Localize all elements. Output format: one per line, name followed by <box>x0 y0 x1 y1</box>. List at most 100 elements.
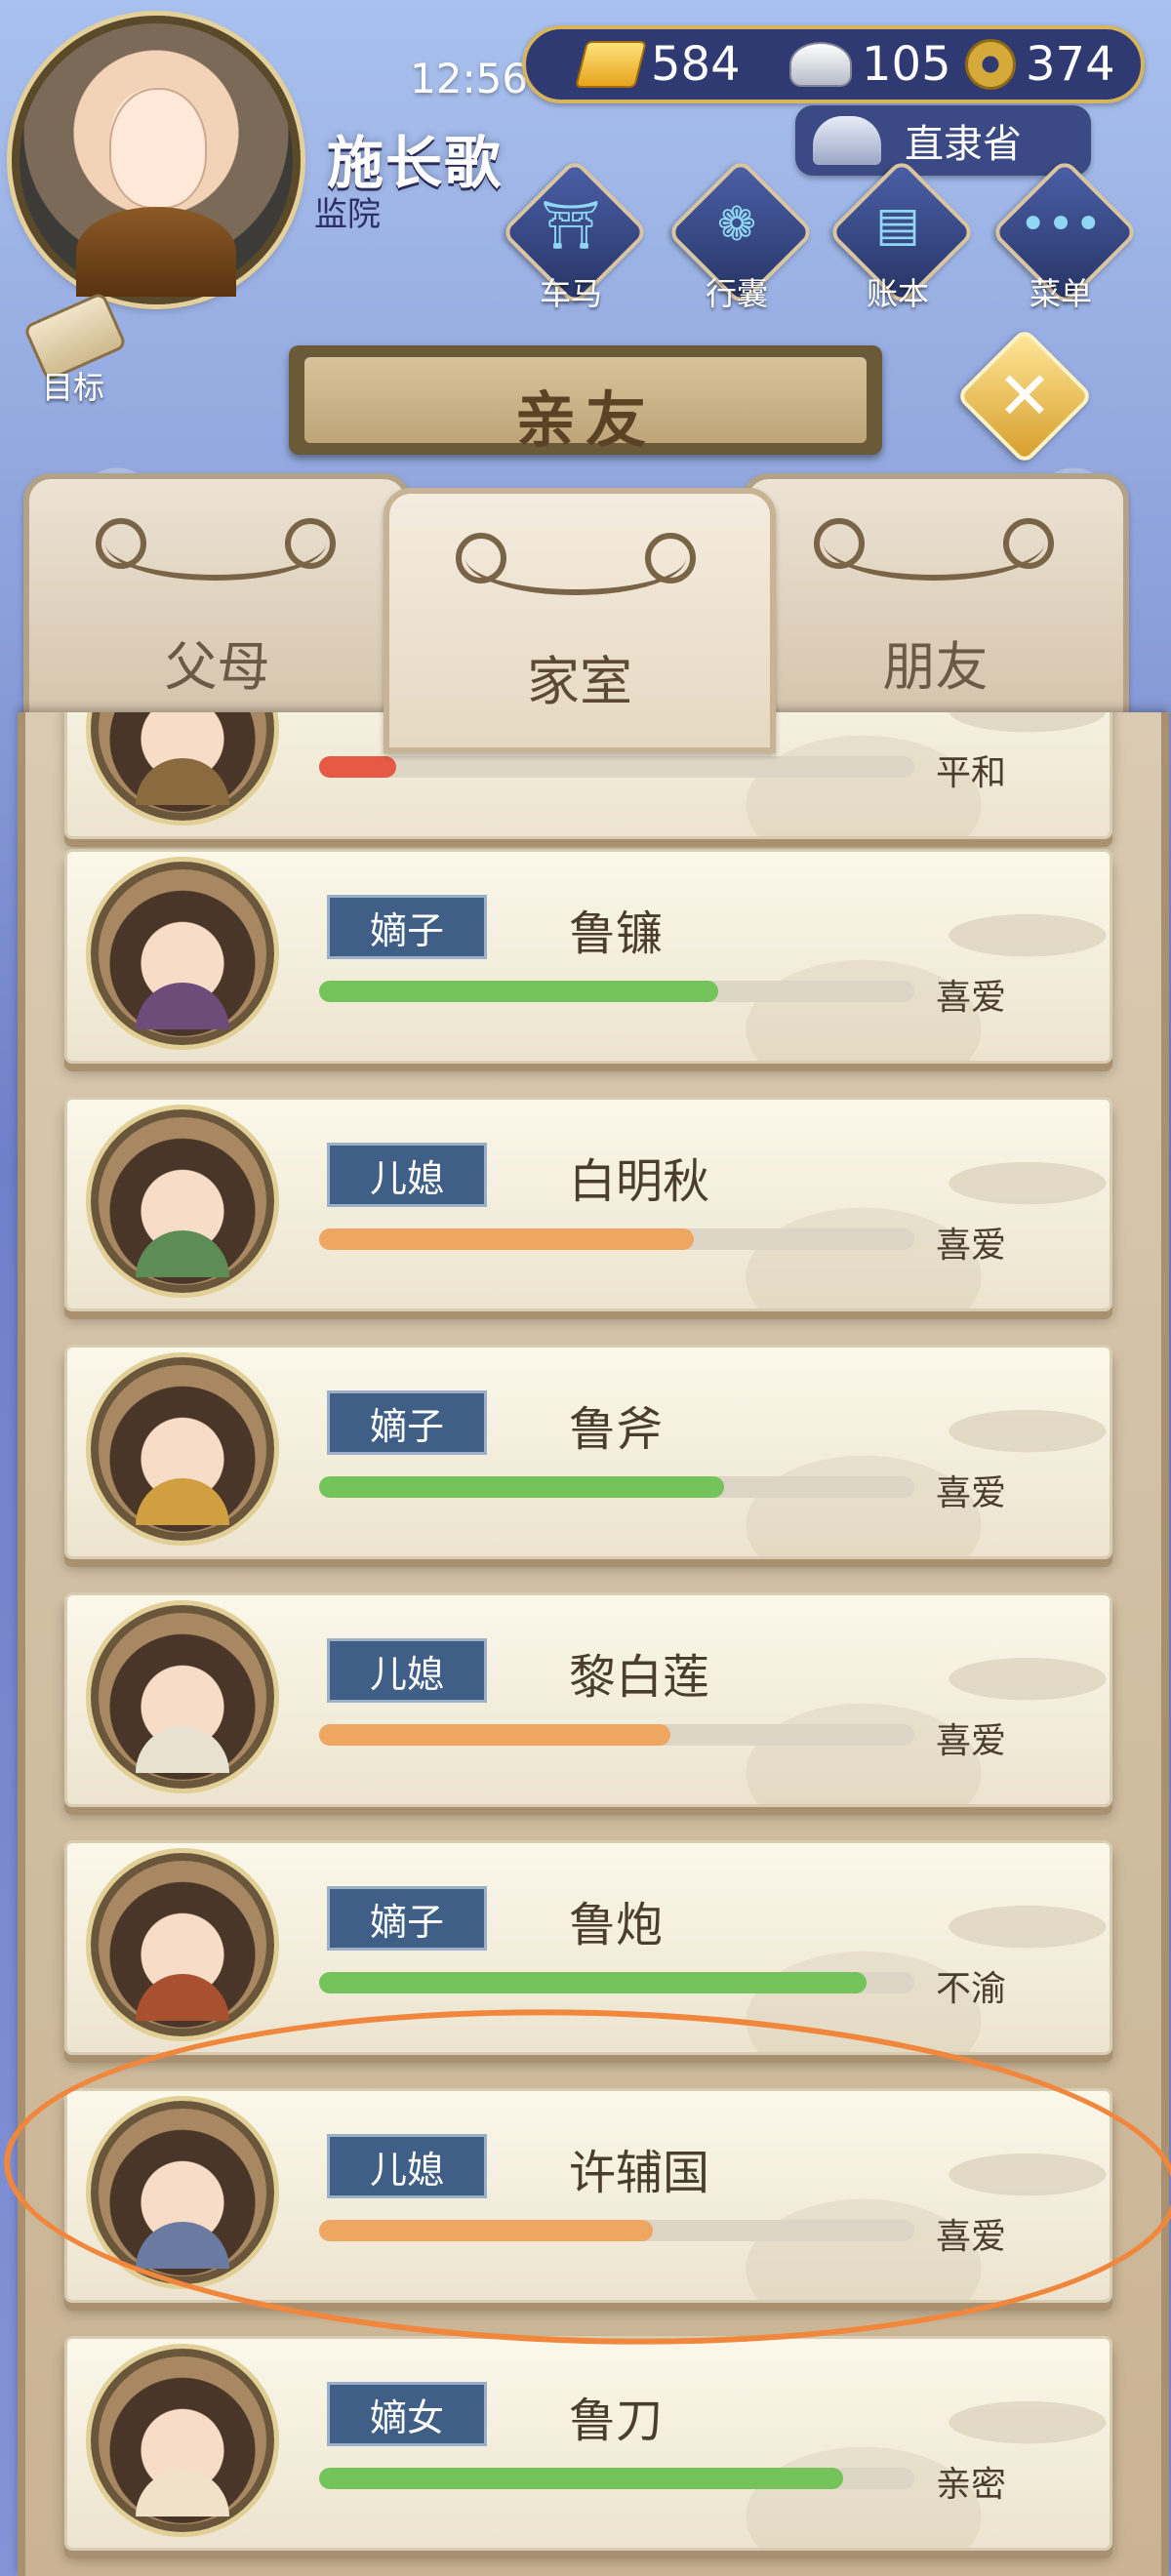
close-icon: ✕ <box>996 357 1053 435</box>
character-portrait[interactable] <box>91 1605 274 1789</box>
portrait-clothing <box>136 1230 229 1277</box>
gold-ingot-icon <box>575 41 647 88</box>
target-label: 目标 <box>41 369 104 406</box>
affinity-bar <box>319 1972 914 1993</box>
affinity-bar-fill <box>319 1476 724 1498</box>
cloud-ornament-icon <box>456 521 696 595</box>
affinity-bar-fill <box>319 1228 695 1250</box>
menu-label: 行囊 <box>705 275 768 312</box>
more-menu-button[interactable]: ••• 菜单 <box>989 157 1140 312</box>
relation-status: 喜爱 <box>936 1721 1007 1761</box>
role-badge: 嫡子 <box>327 1886 487 1951</box>
tab-label: 朋友 <box>882 636 989 698</box>
relation-status: 不渝 <box>936 1969 1007 2009</box>
role-badge: 儿媳 <box>327 1143 487 1207</box>
affinity-bar <box>319 2468 914 2489</box>
list-item[interactable]: 儿媳 许辅国 喜爱 <box>64 2088 1112 2303</box>
affinity-bar <box>319 2220 914 2241</box>
character-name: 鲁镰 <box>569 906 664 961</box>
tab-label: 父母 <box>164 636 270 698</box>
list-item[interactable]: 儿媳 白明秋喜爱 <box>64 1097 1112 1311</box>
coin-icon <box>965 39 1016 90</box>
character-name: 鲁刀 <box>569 2394 664 2448</box>
character-portrait[interactable] <box>91 712 274 821</box>
role-badge: 嫡子 <box>327 895 487 959</box>
location-icon <box>813 116 881 165</box>
tab-label: 家室 <box>527 651 632 712</box>
portrait-clothing <box>136 2470 229 2516</box>
portrait-clothing <box>136 758 229 805</box>
location-label: 直隶省 <box>905 122 1022 167</box>
affinity-bar <box>319 1724 914 1746</box>
silver-amount: 105 <box>862 37 951 92</box>
menu-label: 车马 <box>539 275 602 312</box>
ledger-icon: ▤ <box>875 197 920 252</box>
tab-family[interactable]: 家室 <box>384 488 776 753</box>
relation-status: 喜爱 <box>936 2217 1007 2257</box>
gold-amount: 584 <box>651 37 741 92</box>
silver-ingot-icon <box>789 42 852 87</box>
menu-label: 账本 <box>866 275 929 312</box>
character-portrait[interactable] <box>91 2101 274 2284</box>
portrait-clothing <box>136 1974 229 2021</box>
relation-status: 喜爱 <box>936 1226 1007 1266</box>
affinity-bar-fill <box>319 756 397 778</box>
affinity-bar <box>319 1476 914 1498</box>
carriage-icon: ⛩ <box>541 198 601 253</box>
relation-status: 亲密 <box>936 2465 1007 2505</box>
affinity-bar-fill <box>319 981 718 1002</box>
coin-currency: 374 <box>965 37 1115 92</box>
gold-currency: 584 <box>575 37 741 92</box>
page-title: 亲友 <box>514 384 656 456</box>
character-name: 白明秋 <box>569 1154 710 1209</box>
relatives-list[interactable]: 平和 嫡子 鲁镰 喜爱 儿媳 白明秋 喜爱 嫡子 鲁斧 喜爱 儿媳 黎白莲 喜爱 嫡子 鲁炮 不渝 儿媳 许辅国喜… <box>18 712 1169 2576</box>
ledger-button[interactable]: ▤ 账本 <box>827 157 977 312</box>
silver-currency: 105 <box>789 37 951 92</box>
role-badge: 嫡女 <box>327 2382 487 2446</box>
player-avatar[interactable] <box>12 16 301 304</box>
character-portrait[interactable] <box>91 1109 274 1293</box>
target-button[interactable]: 目标 <box>20 291 128 406</box>
role-badge: 嫡子 <box>327 1390 487 1455</box>
character-name: 鲁斧 <box>569 1402 664 1457</box>
relation-status: 喜爱 <box>936 978 1007 1018</box>
affinity-bar-fill <box>319 1724 670 1746</box>
role-badge: 儿媳 <box>327 1638 487 1703</box>
character-portrait[interactable] <box>91 862 274 1045</box>
clock: 12:56 <box>410 55 529 102</box>
list-item[interactable]: 嫡子 鲁镰喜爱 <box>64 849 1112 1064</box>
list-item[interactable]: 嫡子 鲁炮 不渝 <box>64 1840 1112 2055</box>
affinity-bar <box>319 981 914 1002</box>
affinity-bar-fill <box>319 2468 843 2489</box>
avatar-robe <box>76 207 236 297</box>
header-plaque: 亲友 <box>304 357 867 456</box>
section-header: 亲友 <box>289 345 882 456</box>
carriage-button[interactable]: ⛩ 车马 <box>500 157 650 312</box>
affinity-bar <box>319 756 914 778</box>
tab-friends[interactable]: 朋友 <box>742 473 1129 734</box>
more-icon: ••• <box>1019 197 1103 252</box>
avatar-face <box>109 88 207 209</box>
list-item[interactable]: 儿媳 黎白莲喜爱 <box>64 1592 1112 1807</box>
list-item[interactable]: 嫡子 鲁斧 喜爱 <box>64 1345 1112 1559</box>
character-name: 黎白莲 <box>569 1650 710 1705</box>
menu-label: 菜单 <box>1029 275 1092 312</box>
tab-parents[interactable]: 父母 <box>23 473 411 734</box>
affinity-bar-fill <box>319 1972 868 1993</box>
coin-amount: 374 <box>1026 37 1115 92</box>
bag-button[interactable]: ❁ 行囊 <box>666 157 816 312</box>
cloud-ornament-icon <box>96 506 336 581</box>
list-item[interactable]: 嫡女 鲁刀亲密 <box>64 2336 1112 2551</box>
relation-status: 平和 <box>936 753 1007 793</box>
character-portrait[interactable] <box>91 1853 274 2036</box>
character-portrait[interactable] <box>91 1357 274 1541</box>
affinity-bar <box>319 1228 914 1250</box>
character-portrait[interactable] <box>91 2349 274 2532</box>
portrait-clothing <box>136 1726 229 1773</box>
bag-icon: ❁ <box>716 197 757 252</box>
portrait-clothing <box>136 2222 229 2269</box>
cloud-ornament-icon <box>814 506 1054 581</box>
affinity-bar-fill <box>319 2220 653 2241</box>
location-button[interactable]: 直隶省 <box>795 105 1091 176</box>
player-title: 监院 <box>314 195 381 234</box>
